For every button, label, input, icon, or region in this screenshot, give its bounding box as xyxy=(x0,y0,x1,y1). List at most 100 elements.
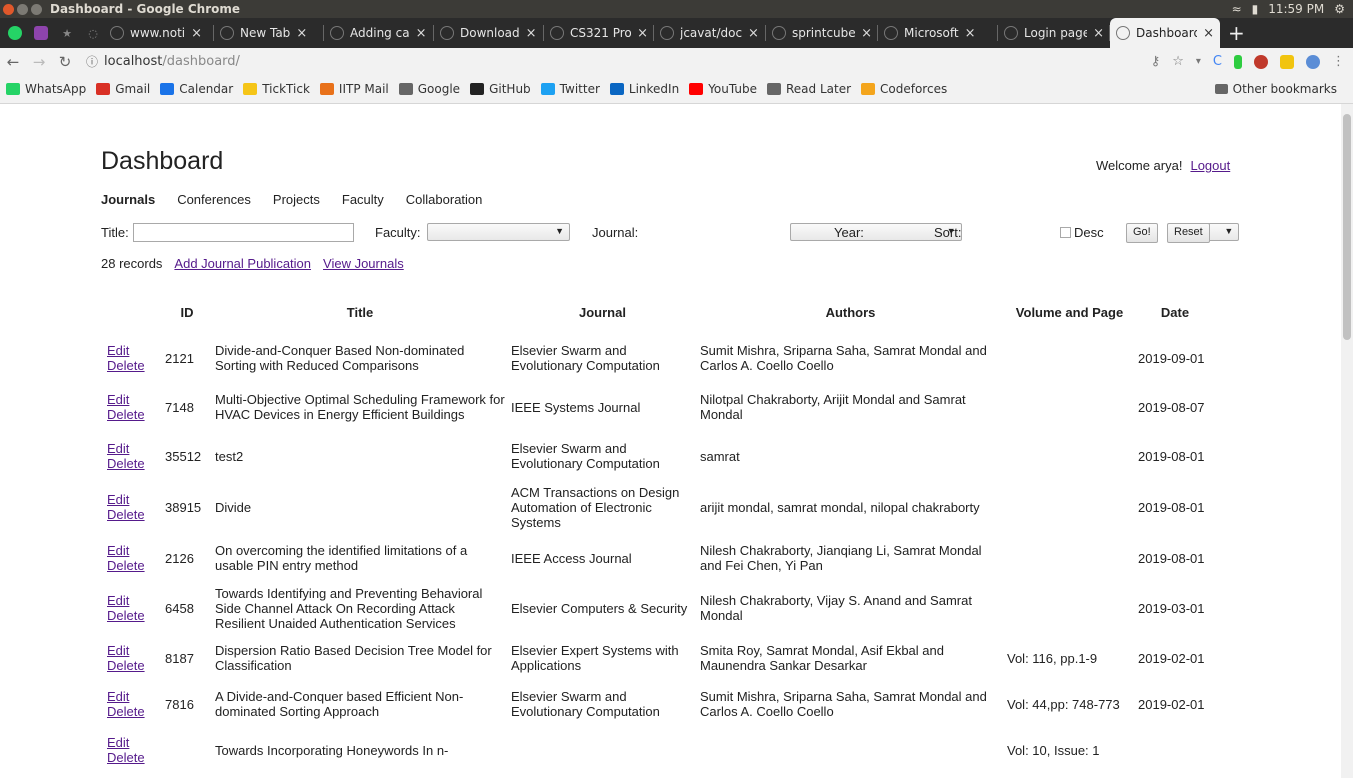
faculty-select[interactable]: ▼ xyxy=(427,223,570,241)
close-tab-icon[interactable]: × xyxy=(1203,26,1214,41)
browser-tab[interactable]: Adding ca × xyxy=(324,18,434,48)
key-icon[interactable]: ⚷ xyxy=(1151,54,1161,69)
menu-kebab-icon[interactable]: ⋮ xyxy=(1332,54,1345,69)
delete-link[interactable]: Delete xyxy=(107,704,159,719)
edit-link[interactable]: Edit xyxy=(107,735,159,750)
bookmark-item[interactable]: Calendar xyxy=(160,82,233,96)
title-filter-input[interactable] xyxy=(133,223,354,242)
delete-link[interactable]: Delete xyxy=(107,507,159,522)
browser-tab[interactable]: Microsoft × xyxy=(878,18,998,48)
back-button[interactable]: ← xyxy=(0,53,26,71)
battery-icon[interactable]: ▮ xyxy=(1252,2,1259,16)
nav-conferences[interactable]: Conferences xyxy=(177,192,251,207)
bookmark-icon xyxy=(766,83,781,95)
address-bar[interactable]: localhost/dashboard/ xyxy=(104,54,240,69)
settings-gear-icon[interactable]: ⚙ xyxy=(1334,2,1345,16)
cell-title: Divide xyxy=(215,499,252,515)
edit-link[interactable]: Edit xyxy=(107,643,159,658)
ublock-icon[interactable] xyxy=(1254,54,1268,69)
extension-dropdown-icon[interactable]: ▾ xyxy=(1196,56,1201,67)
edit-link[interactable]: Edit xyxy=(107,392,159,407)
minimize-window-button[interactable] xyxy=(17,3,28,15)
close-tab-icon[interactable]: × xyxy=(526,26,537,41)
close-tab-icon[interactable]: × xyxy=(965,26,976,41)
delete-link[interactable]: Delete xyxy=(107,750,159,765)
delete-link[interactable]: Delete xyxy=(107,456,159,471)
pinned-tab-ticktick[interactable] xyxy=(30,22,52,44)
clock[interactable]: 11:59 PM xyxy=(1268,2,1324,16)
nav-faculty[interactable]: Faculty xyxy=(342,192,384,207)
page-scrollbar[interactable] xyxy=(1341,104,1353,778)
delete-link[interactable]: Delete xyxy=(107,608,159,623)
info-icon[interactable]: ⓘ xyxy=(86,53,98,70)
add-journal-link[interactable]: Add Journal Publication xyxy=(174,256,311,271)
go-button[interactable]: Go! xyxy=(1126,223,1158,243)
nav-journals[interactable]: Journals xyxy=(101,192,155,207)
close-tab-icon[interactable]: × xyxy=(861,26,872,41)
bookmark-item[interactable]: WhatsApp xyxy=(6,82,86,96)
close-tab-icon[interactable]: × xyxy=(191,26,202,41)
edit-link[interactable]: Edit xyxy=(107,441,159,456)
forward-button[interactable]: → xyxy=(26,53,52,71)
browser-tab[interactable]: CS321 Pro × xyxy=(544,18,654,48)
delete-link[interactable]: Delete xyxy=(107,407,159,422)
cell-date: 2019-08-01 xyxy=(1138,499,1205,515)
browser-tab[interactable]: Download × xyxy=(434,18,544,48)
edit-link[interactable]: Edit xyxy=(107,593,159,608)
pinned-tab-loading[interactable]: ◌ xyxy=(82,22,104,44)
nav-projects[interactable]: Projects xyxy=(273,192,320,207)
edit-link[interactable]: Edit xyxy=(107,343,159,358)
reload-button[interactable]: ↻ xyxy=(52,53,78,71)
edit-link[interactable]: Edit xyxy=(107,689,159,704)
view-journals-link[interactable]: View Journals xyxy=(323,256,404,271)
other-bookmarks-folder[interactable]: Other bookmarks xyxy=(1214,82,1337,96)
desc-checkbox[interactable] xyxy=(1060,227,1071,238)
extension-reload-icon[interactable]: C xyxy=(1213,54,1222,69)
reset-button[interactable]: Reset xyxy=(1167,223,1210,243)
pinned-tab-whatsapp[interactable] xyxy=(4,22,26,44)
tab-label: Microsoft xyxy=(904,26,959,40)
bookmark-item[interactable]: GitHub xyxy=(470,82,531,96)
bookmark-item[interactable]: LinkedIn xyxy=(609,82,679,96)
close-tab-icon[interactable]: × xyxy=(637,26,648,41)
url-path: /dashboard/ xyxy=(162,54,240,69)
close-tab-icon[interactable]: × xyxy=(296,26,307,41)
close-tab-icon[interactable]: × xyxy=(1093,26,1104,41)
browser-tab[interactable]: jcavat/doc × xyxy=(654,18,766,48)
delete-link[interactable]: Delete xyxy=(107,358,159,373)
browser-tab[interactable]: Login page × xyxy=(998,18,1110,48)
edit-link[interactable]: Edit xyxy=(107,492,159,507)
profile-avatar-icon[interactable] xyxy=(1306,54,1320,69)
browser-tab[interactable]: www.noti × xyxy=(104,18,214,48)
browser-tab[interactable]: Dashboard × xyxy=(1110,18,1220,48)
new-tab-button[interactable]: + xyxy=(1228,21,1245,45)
scrollbar-thumb[interactable] xyxy=(1343,114,1351,340)
maximize-window-button[interactable] xyxy=(31,3,42,15)
bookmark-item[interactable]: IITP Mail xyxy=(319,82,389,96)
edit-link[interactable]: Edit xyxy=(107,543,159,558)
close-tab-icon[interactable]: × xyxy=(416,26,427,41)
delete-link[interactable]: Delete xyxy=(107,558,159,573)
bookmark-icon xyxy=(96,83,111,95)
nav-collaboration[interactable]: Collaboration xyxy=(406,192,483,207)
bookmark-item[interactable]: Google xyxy=(398,82,460,96)
bookmark-item[interactable]: TickTick xyxy=(243,82,310,96)
close-tab-icon[interactable]: × xyxy=(748,26,759,41)
pinned-tab-star[interactable]: ★ xyxy=(56,22,78,44)
bookmark-item[interactable]: Read Later xyxy=(766,82,852,96)
extension-chart-icon[interactable] xyxy=(1280,54,1294,69)
bookmark-item[interactable]: Gmail xyxy=(96,82,150,96)
bookmark-item[interactable]: Twitter xyxy=(540,82,600,96)
browser-tab[interactable]: sprintcube × xyxy=(766,18,878,48)
logout-link[interactable]: Logout xyxy=(1190,158,1230,173)
bookmark-item[interactable]: Codeforces xyxy=(861,82,947,96)
wifi-icon[interactable]: ≈ xyxy=(1232,2,1242,16)
extension-green-icon[interactable] xyxy=(1234,54,1242,69)
bookmark-label: Read Later xyxy=(785,82,852,96)
bookmark-label: IITP Mail xyxy=(338,82,389,96)
close-window-button[interactable] xyxy=(3,3,14,15)
delete-link[interactable]: Delete xyxy=(107,658,159,673)
bookmark-star-icon[interactable]: ☆ xyxy=(1172,54,1184,69)
browser-tab[interactable]: New Tab × xyxy=(214,18,324,48)
bookmark-item[interactable]: YouTube xyxy=(689,82,757,96)
